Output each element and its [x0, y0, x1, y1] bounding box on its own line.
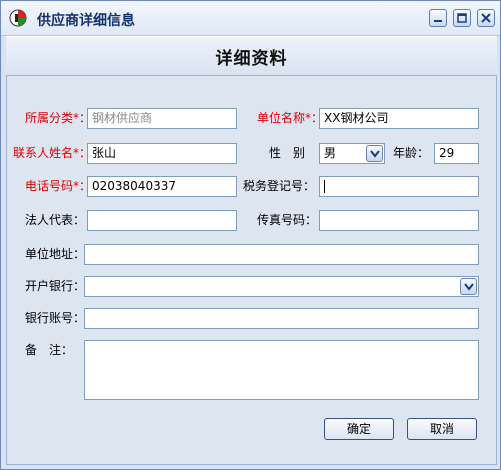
fax-field[interactable] [319, 210, 479, 231]
gender-value: 男 [324, 146, 337, 160]
phone-field[interactable]: 02038040337 [87, 176, 237, 197]
chevron-down-icon [370, 150, 380, 158]
page-title: 详细资料 [215, 49, 288, 69]
text-caret [324, 180, 325, 193]
app-logo-icon [9, 9, 27, 27]
minimize-button[interactable] [429, 9, 447, 27]
window-title: 供应商详细信息 [37, 13, 135, 29]
unit-name-field[interactable]: XX钢材公司 [319, 108, 479, 129]
header-panel: 详细资料 [6, 36, 497, 75]
contact-label: 联系人姓名*： [13, 143, 91, 163]
age-label: 年龄： [393, 146, 430, 160]
maximize-icon [457, 13, 467, 23]
age-field[interactable]: 29 [434, 143, 479, 164]
bank-dropdown-button[interactable] [460, 278, 477, 295]
address-label: 单位地址： [25, 247, 86, 261]
gender-select[interactable]: 男 [319, 143, 385, 164]
contact-label-text: 联系人姓名 [13, 146, 74, 160]
address-field[interactable] [84, 244, 479, 265]
gender-label: 性 别 [269, 146, 306, 160]
phone-label: 电话号码*： [25, 176, 91, 196]
tax-number-field[interactable] [319, 176, 479, 197]
account-label: 银行账号： [25, 311, 86, 325]
supplier-detail-window: 供应商详细信息 详细资料 所属分类*： 钢材供应商 单位名称*： XX钢材公司 … [0, 0, 501, 470]
category-field[interactable]: 钢材供应商 [87, 108, 237, 129]
maximize-button[interactable] [453, 9, 471, 27]
tax-number-label: 税务登记号： [243, 179, 316, 193]
category-label-text: 所属分类 [25, 111, 74, 125]
bank-label: 开户银行： [25, 279, 86, 293]
contact-name-field[interactable]: 张山 [87, 143, 237, 164]
unit-name-label: 单位名称*： [257, 108, 323, 128]
fax-label: 传真号码： [257, 213, 318, 227]
account-field[interactable] [84, 308, 479, 329]
unit-name-label-text: 单位名称 [257, 111, 306, 125]
category-label: 所属分类*： [25, 108, 91, 128]
close-icon [481, 13, 491, 23]
bank-select[interactable] [84, 276, 479, 297]
ok-button[interactable]: 确定 [324, 418, 394, 440]
remark-textarea[interactable] [84, 340, 479, 400]
gender-dropdown-button[interactable] [366, 145, 383, 162]
cancel-button[interactable]: 取消 [407, 418, 477, 440]
legal-rep-label: 法人代表： [25, 213, 86, 227]
form-panel: 所属分类*： 钢材供应商 单位名称*： XX钢材公司 联系人姓名*： 张山 性 … [6, 75, 497, 465]
close-button[interactable] [477, 9, 495, 27]
phone-label-text: 电话号码 [25, 179, 74, 193]
title-bar: 供应商详细信息 [1, 1, 500, 36]
chevron-down-icon [464, 283, 474, 291]
remark-label: 备 注： [25, 343, 74, 357]
minimize-icon [434, 20, 442, 22]
legal-rep-field[interactable] [87, 210, 237, 231]
